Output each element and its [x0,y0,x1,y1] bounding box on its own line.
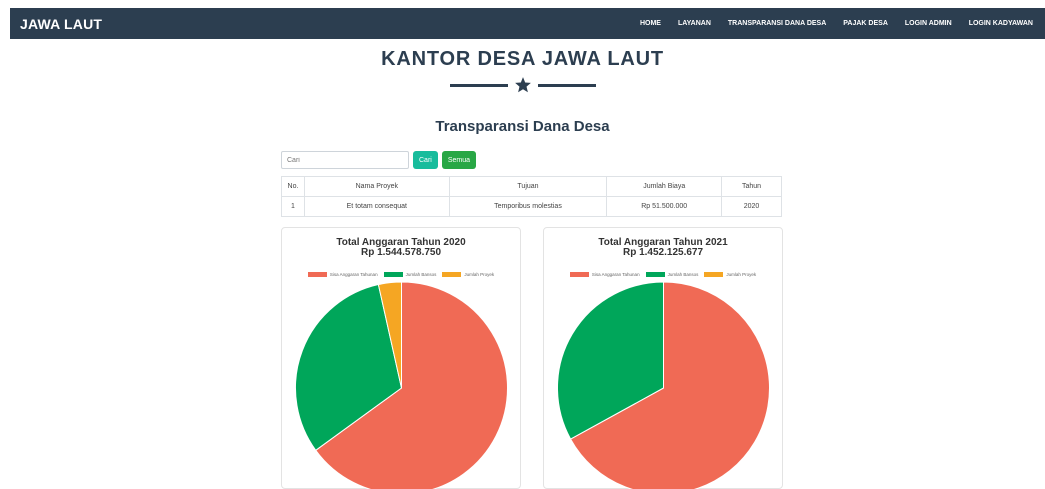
nav-link-login-karyawan[interactable]: LOGIN KADYAWAN [969,20,1033,27]
legend-swatch [442,272,462,277]
cell-tujuan: Temporibus molestias [448,196,608,217]
cell-tahun: 2020 [721,196,782,217]
star-icon [514,77,531,93]
show-all-button[interactable]: Semua [441,151,477,169]
legend-item-bansos[interactable]: Jumlah Bansos [383,272,437,277]
legend-label: Jumlah Proyek [464,272,495,277]
divider-line-right [537,83,596,87]
legend-item-proyek[interactable]: Jumlah Proyek [704,272,756,277]
title-divider [0,75,1045,95]
legend-item-bansos[interactable]: Jumlah Bansos [645,272,699,277]
brand-logo-text[interactable]: JAWA LAUT [20,16,102,32]
column-header-tujuan: Tujuan [448,176,608,197]
page-title: KANTOR DESA JAWA LAUT [381,48,664,70]
section-title: Transparansi Dana Desa [435,118,610,135]
cell-jumlah-biaya: Rp 51.500.000 [606,196,723,217]
column-header-no: No. [281,176,305,197]
legend-swatch [704,272,724,277]
chart-subtitle: Rp 1.452.125.677 [622,247,704,258]
search-input[interactable] [281,151,409,169]
divider-line-left [449,83,508,87]
search-button[interactable]: Cari [413,151,438,169]
legend-swatch [307,272,327,277]
pie-chart-2020 [295,281,508,489]
search-bar: Cari Semua [281,151,477,169]
nav-link-login-admin[interactable]: LOGIN ADMIN [905,20,952,27]
projects-table: No. Nama Proyek Tujuan Jumlah Biaya Tahu… [281,176,782,217]
column-header-nama-proyek: Nama Proyek [303,176,450,197]
table-header-row: No. Nama Proyek Tujuan Jumlah Biaya Tahu… [281,176,782,197]
chart-card-2021: Total Anggaran Tahun 2021 Rp 1.452.125.6… [543,227,783,489]
pie-chart-2021 [557,281,770,489]
table-row: 1 Et totam consequat Temporibus molestia… [281,196,782,217]
column-header-tahun: Tahun [721,176,782,197]
legend-label: Jumlah Bansos [667,272,699,277]
legend-label: Sisa Anggaran Tahunan [329,272,378,277]
column-header-jumlah-biaya: Jumlah Biaya [606,176,723,197]
nav-link-transparansi[interactable]: TRANSPARANSI DANA DESA [728,20,826,27]
chart-legend: Sisa Anggaran Tahunan Jumlah Bansos Juml… [544,272,782,277]
chart-legend: Sisa Anggaran Tahunan Jumlah Bansos Juml… [282,272,520,277]
chart-card-2020: Total Anggaran Tahun 2020 Rp 1.544.578.7… [281,227,521,489]
cell-no: 1 [281,196,305,217]
legend-item-sisa[interactable]: Sisa Anggaran Tahunan [307,272,378,277]
nav-links: HOME LAYANAN TRANSPARANSI DANA DESA PAJA… [640,20,1033,27]
nav-link-pajak[interactable]: PAJAK DESA [843,20,888,27]
legend-item-proyek[interactable]: Jumlah Proyek [442,272,494,277]
legend-swatch [645,272,665,277]
legend-label: Jumlah Bansos [405,272,437,277]
legend-item-sisa[interactable]: Sisa Anggaran Tahunan [569,272,640,277]
navbar: JAWA LAUT HOME LAYANAN TRANSPARANSI DANA… [10,8,1045,39]
legend-swatch [569,272,589,277]
nav-link-home[interactable]: HOME [640,20,661,27]
nav-link-layanan[interactable]: LAYANAN [678,20,711,27]
chart-subtitle: Rp 1.544.578.750 [360,247,442,258]
legend-label: Jumlah Proyek [726,272,757,277]
legend-label: Sisa Anggaran Tahunan [591,272,640,277]
cell-nama-proyek: Et totam consequat [303,196,450,217]
legend-swatch [383,272,403,277]
